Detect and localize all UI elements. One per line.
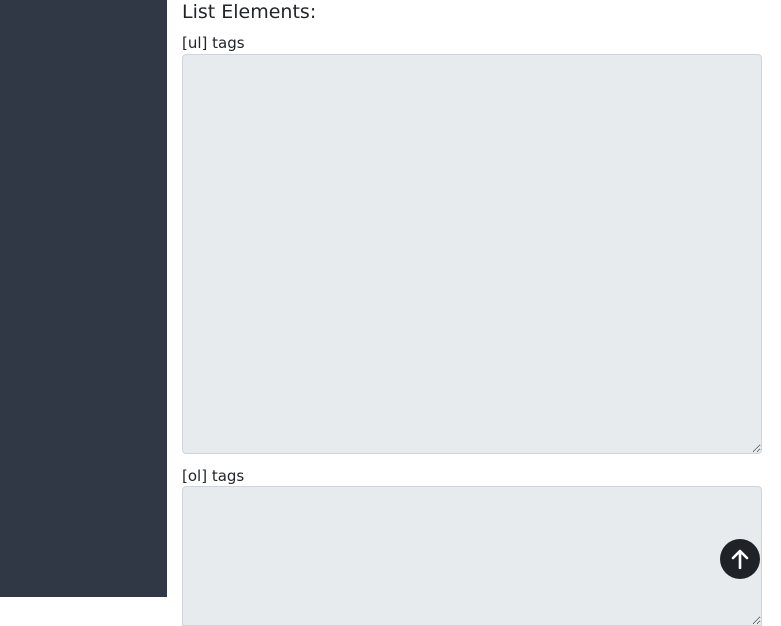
section-heading: List Elements:	[182, 1, 317, 23]
arrow-up-icon	[731, 549, 749, 569]
ol-tags-textarea[interactable]	[182, 486, 762, 626]
sidebar	[0, 0, 167, 597]
ul-tags-textarea[interactable]	[182, 54, 762, 454]
scroll-to-top-button[interactable]	[720, 539, 760, 579]
ul-tags-label: [ul] tags	[182, 34, 245, 52]
ol-tags-label: [ol] tags	[182, 467, 245, 485]
main-content: List Elements: [ul] tags [ol] tags	[167, 0, 781, 626]
